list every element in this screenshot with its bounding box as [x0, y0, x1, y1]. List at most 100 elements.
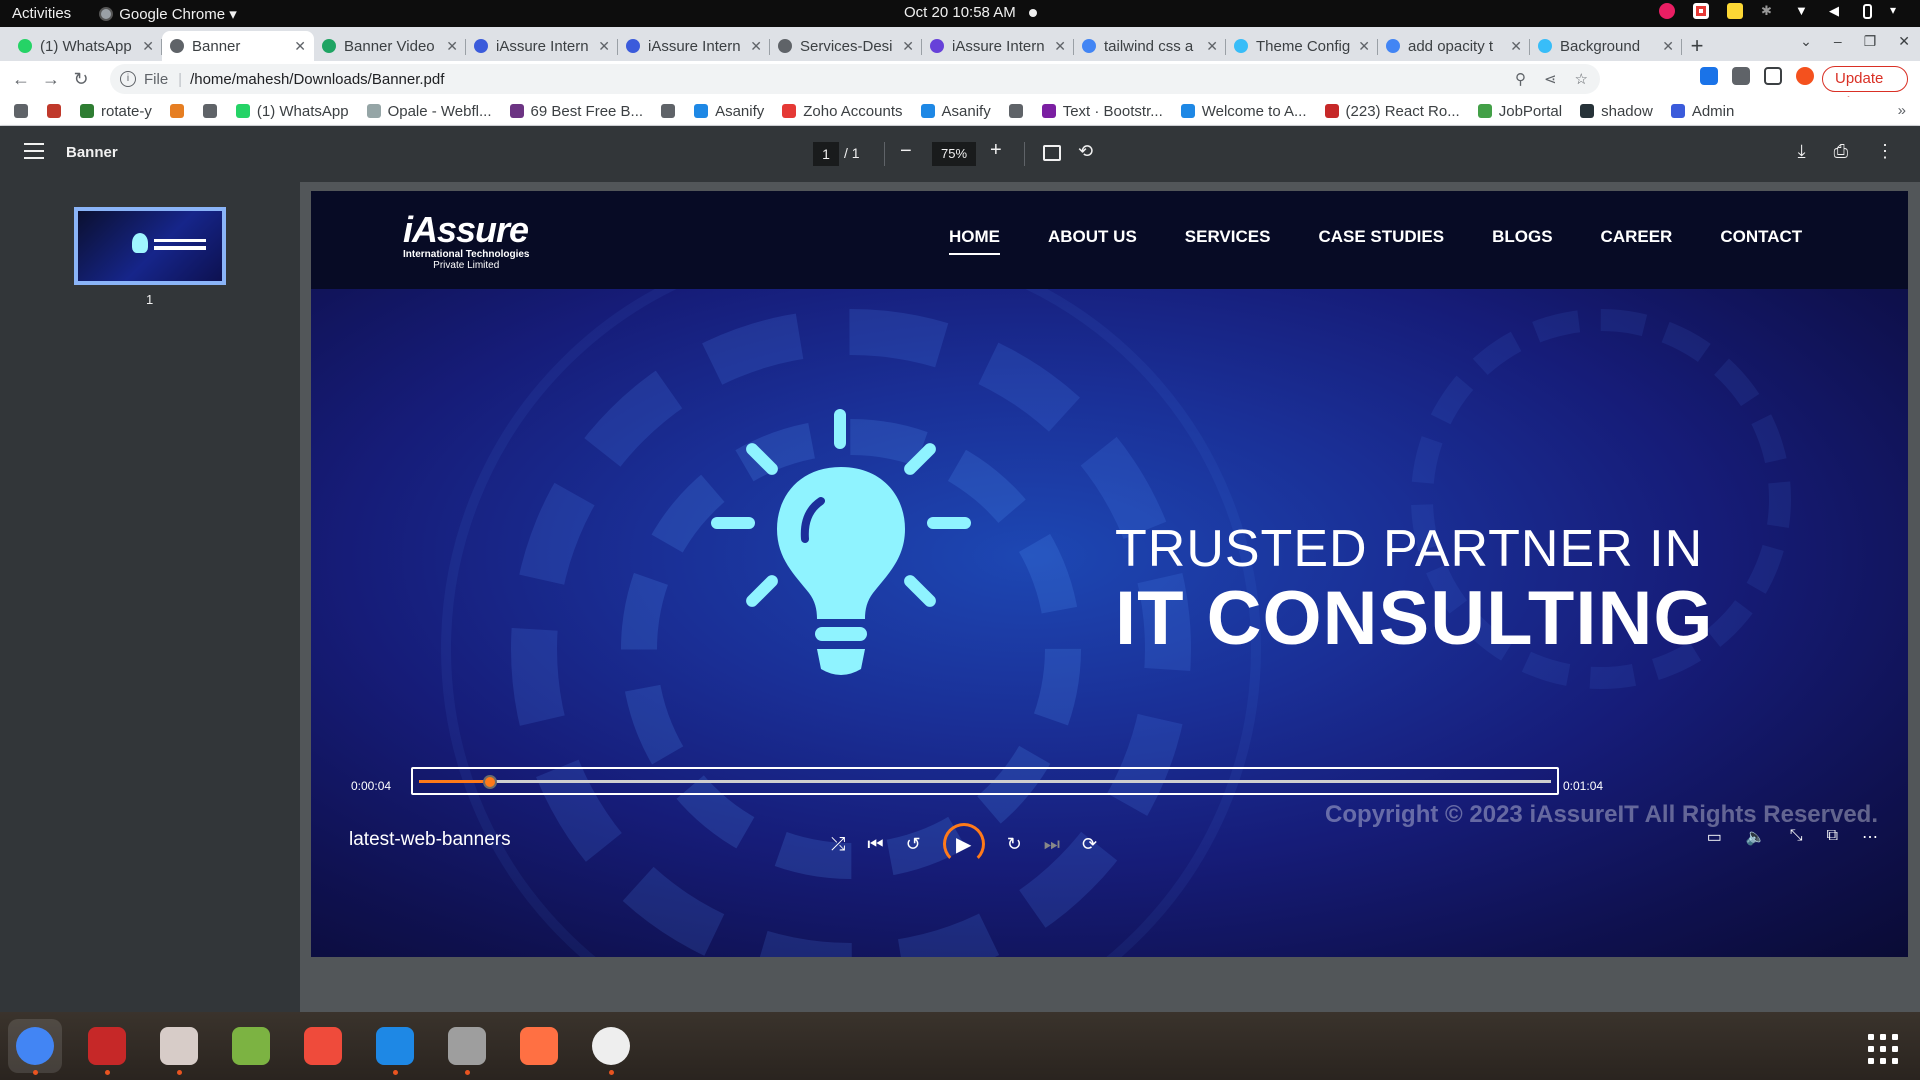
wifi-icon[interactable]: ▼ — [1795, 3, 1811, 19]
bookmark-item[interactable]: Asanify — [694, 103, 764, 120]
omnibox[interactable]: i File | /home/mahesh/Downloads/Banner.p… — [110, 64, 1600, 94]
side-panel-icon[interactable] — [1764, 67, 1782, 85]
bookmark-star-icon[interactable]: ☆ — [1575, 70, 1588, 88]
tab-close-icon[interactable]: ✕ — [1510, 38, 1522, 55]
bookmark-item[interactable] — [1008, 104, 1030, 118]
browser-tab[interactable]: iAssure Intern ✕ — [466, 31, 618, 61]
back-arrow-icon[interactable]: ← — [6, 69, 36, 90]
banner-nav-about-us[interactable]: ABOUT US — [1048, 227, 1137, 255]
bookmark-item[interactable]: Opale - Webfl... — [366, 103, 492, 120]
tab-close-icon[interactable]: ✕ — [1358, 38, 1370, 55]
bookmark-item[interactable] — [661, 104, 682, 118]
tab-close-icon[interactable]: ✕ — [446, 38, 458, 55]
clock[interactable]: Oct 20 10:58 AM — [904, 4, 1016, 21]
next-icon[interactable]: ⏭ — [1044, 834, 1060, 855]
repeat-off-icon[interactable]: ⟳ — [1082, 834, 1097, 855]
zoom-input[interactable]: 75% — [932, 142, 976, 166]
banner-nav-home[interactable]: HOME — [949, 227, 1000, 255]
extension-pen-icon[interactable] — [1700, 67, 1718, 85]
tab-close-icon[interactable]: ✕ — [1054, 38, 1066, 55]
bookmark-item[interactable] — [14, 104, 35, 118]
previous-icon[interactable]: ⏮ — [867, 834, 883, 855]
play-button[interactable]: ▶ — [942, 823, 985, 865]
captions-icon[interactable]: ▭ — [1707, 827, 1722, 847]
profile-avatar[interactable] — [1796, 67, 1814, 85]
screen-recorder-icon[interactable] — [1693, 3, 1709, 19]
banner-nav-services[interactable]: SERVICES — [1185, 227, 1271, 255]
shuffle-icon[interactable]: ⤮ — [831, 834, 845, 855]
tab-close-icon[interactable]: ✕ — [1662, 38, 1674, 55]
restore-icon[interactable]: ❐ — [1864, 33, 1877, 50]
bookmark-item[interactable]: Asanify — [920, 103, 991, 120]
banner-nav-contact[interactable]: CONTACT — [1720, 227, 1802, 255]
bluetooth-icon[interactable]: ✱ — [1761, 3, 1777, 19]
tab-close-icon[interactable]: ✕ — [598, 38, 610, 55]
sidebar-menu-icon[interactable] — [24, 143, 44, 164]
bookmark-item[interactable] — [47, 104, 68, 118]
dock-item-text-editor[interactable] — [224, 1019, 278, 1073]
browser-tab[interactable]: Banner ✕ — [162, 31, 314, 61]
close-window-icon[interactable]: ✕ — [1898, 33, 1910, 50]
browser-tab[interactable]: Services-Desi ✕ — [770, 31, 922, 61]
more-options-icon[interactable]: ⋮ — [1876, 141, 1894, 162]
volume-icon[interactable]: 🔈 — [1746, 827, 1766, 847]
tab-close-icon[interactable]: ✕ — [1206, 38, 1218, 55]
dock-item-vscode[interactable] — [368, 1019, 422, 1075]
bookmark-item[interactable]: Welcome to A... — [1180, 103, 1307, 120]
extensions-puzzle-icon[interactable] — [1732, 67, 1750, 85]
browser-tab[interactable]: Banner Video ✕ — [314, 31, 466, 61]
rotate-icon[interactable]: ⟲ — [1078, 141, 1093, 162]
zoom-out-icon[interactable]: − — [900, 140, 912, 163]
tab-close-icon[interactable]: ✕ — [902, 38, 914, 55]
seek-track[interactable] — [419, 775, 1551, 789]
page-thumbnail[interactable] — [74, 207, 226, 285]
info-icon[interactable]: i — [120, 71, 136, 87]
more-icon[interactable]: ⋯ — [1862, 827, 1878, 847]
browser-tab[interactable]: Theme Config ✕ — [1226, 31, 1378, 61]
browser-tab[interactable]: iAssure Intern ✕ — [618, 31, 770, 61]
banner-nav-blogs[interactable]: BLOGS — [1492, 227, 1552, 255]
bookmark-item[interactable]: Admin — [1670, 103, 1734, 120]
browser-tab[interactable]: tailwind css a ✕ — [1074, 31, 1226, 61]
banner-nav-case-studies[interactable]: CASE STUDIES — [1318, 227, 1444, 255]
reload-icon[interactable]: ↻ — [66, 69, 96, 90]
zoom-icon[interactable]: ⚲ — [1515, 70, 1526, 88]
seek-handle[interactable] — [482, 775, 497, 789]
dock-item-search[interactable] — [440, 1019, 494, 1075]
bookmark-item[interactable] — [169, 104, 191, 118]
notes-icon[interactable] — [1727, 3, 1743, 19]
volume-icon[interactable]: ◀ — [1829, 3, 1845, 19]
system-tray[interactable]: ✱ ▼ ◀ ▾ — [1659, 3, 1906, 19]
app-menu[interactable]: Google Chrome ▾ — [99, 5, 237, 23]
power-menu-icon[interactable]: ▾ — [1890, 3, 1906, 19]
zoom-in-icon[interactable]: + — [990, 139, 1002, 162]
page-number-input[interactable]: 1 — [813, 142, 839, 166]
tab-close-icon[interactable]: ✕ — [750, 38, 762, 55]
forward-arrow-icon[interactable]: → — [36, 69, 66, 90]
browser-tab[interactable]: Background ✕ — [1530, 31, 1682, 61]
dock-item-chrome[interactable] — [8, 1019, 62, 1075]
dock-item-anydesk[interactable] — [296, 1019, 350, 1073]
seek-bar[interactable] — [411, 767, 1559, 795]
activities-button[interactable]: Activities — [12, 5, 71, 22]
bookmark-item[interactable]: Text · Bootstr... — [1041, 103, 1163, 120]
bookmark-item[interactable]: shadow — [1580, 103, 1653, 120]
browser-tab[interactable]: (1) WhatsApp ✕ — [10, 31, 162, 61]
browser-tab[interactable]: iAssure Intern ✕ — [922, 31, 1074, 61]
new-tab-button[interactable]: + — [1682, 31, 1712, 61]
battery-icon[interactable] — [1863, 3, 1872, 19]
bookmark-item[interactable]: (1) WhatsApp — [235, 103, 349, 120]
print-icon[interactable]: ⎙ — [1834, 141, 1848, 162]
exit-fullscreen-icon[interactable]: ⤡ — [1790, 827, 1803, 847]
bookmark-item[interactable]: rotate-y — [80, 103, 152, 120]
bookmark-item[interactable]: Zoho Accounts — [782, 103, 903, 120]
tab-search-icon[interactable]: ⌄ — [1800, 33, 1812, 50]
update-button[interactable]: Update ⋮ — [1822, 66, 1908, 111]
bookmarks-overflow-icon[interactable]: » — [1898, 102, 1906, 119]
forward-30-icon[interactable]: ↻ — [1007, 834, 1022, 855]
download-icon[interactable]: ⤓ — [1798, 141, 1806, 162]
bookmark-item[interactable] — [202, 104, 224, 118]
tab-close-icon[interactable]: ✕ — [294, 38, 306, 55]
bookmark-item[interactable]: (223) React Ro... — [1324, 103, 1460, 120]
color-picker-icon[interactable] — [1659, 3, 1675, 19]
